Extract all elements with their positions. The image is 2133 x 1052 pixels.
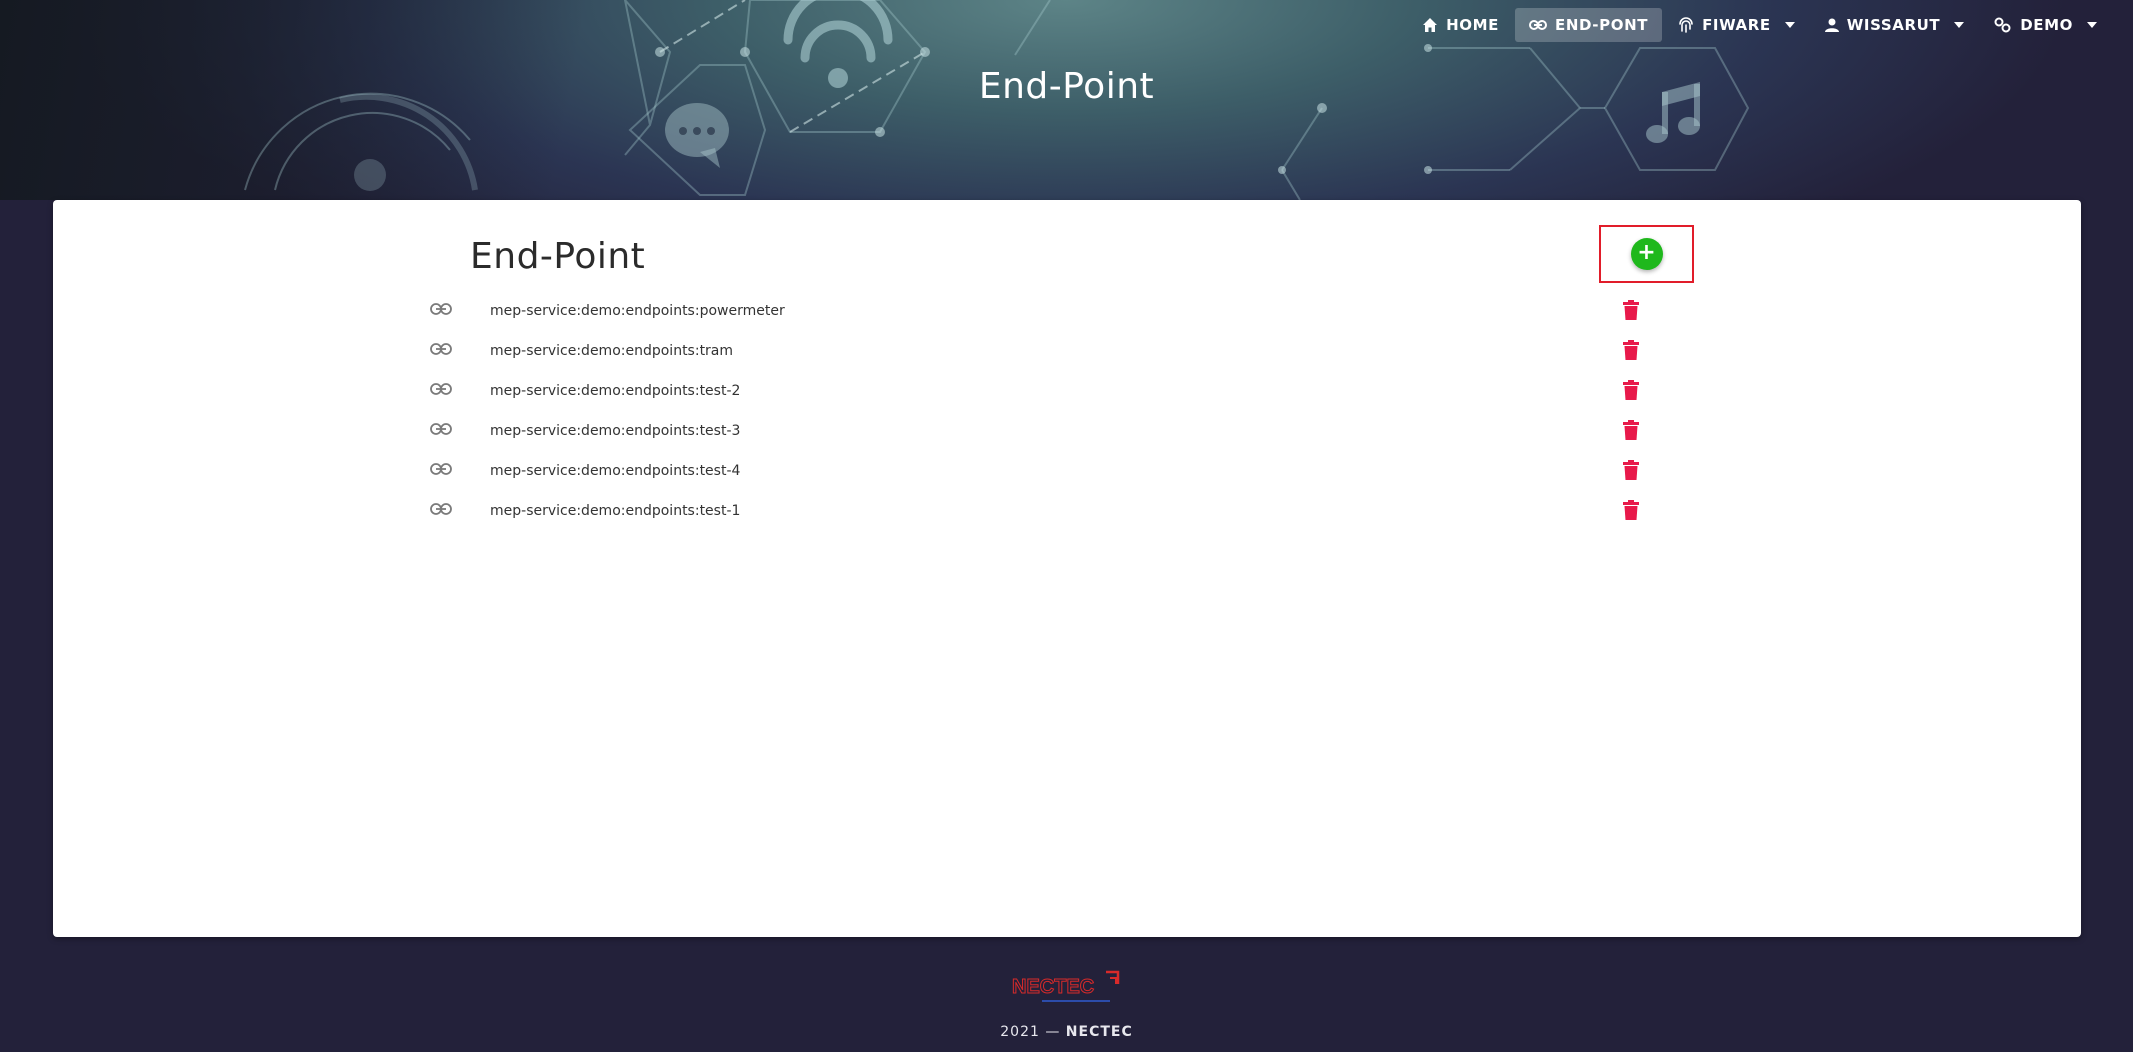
list-item[interactable]: mep-service:demo:endpoints:test-4 [430,452,1670,492]
trash-icon[interactable] [1623,380,1639,400]
link-icon [430,303,452,315]
list-item[interactable]: mep-service:demo:endpoints:powermeter [430,292,1670,332]
footer-copyright: 2021 — NECTEC [0,1024,2133,1040]
nav-fiware[interactable]: FIWARE [1664,8,1809,42]
endpoint-label[interactable]: mep-service:demo:endpoints:test-1 [490,503,740,519]
fingerprint-icon [1679,17,1693,33]
footer-year: 2021 [1000,1024,1040,1040]
home-icon [1423,18,1438,32]
nav-endpoint[interactable]: END-PONT [1514,8,1663,42]
nav-demo-label: DEMO [2020,16,2073,34]
svg-text:NECTEC: NECTEC [1012,976,1094,998]
add-endpoint-button[interactable]: + [1630,238,1663,270]
page-title: End-Point [978,66,1155,107]
trash-icon[interactable] [1623,300,1639,320]
chevron-down-icon [1954,22,1965,28]
list-item[interactable]: mep-service:demo:endpoints:tram [430,332,1670,372]
nectec-logo: NECTEC [1012,970,1120,1002]
trash-icon[interactable] [1623,420,1639,440]
chevron-down-icon [2087,22,2097,28]
nav-home[interactable]: HOME [1408,8,1513,42]
card-title: End-Point [470,236,646,277]
nav-endpoint-label: END-PONT [1554,16,1649,34]
link-icon [1528,20,1547,30]
trash-icon[interactable] [1623,460,1639,480]
trash-icon[interactable] [1623,500,1639,520]
endpoint-label[interactable]: mep-service:demo:endpoints:test-3 [490,423,740,439]
trash-icon[interactable] [1623,340,1639,360]
nav-user[interactable]: WISSARUT [1811,8,1978,42]
footer-dash: — [1045,1024,1061,1040]
endpoint-label[interactable]: mep-service:demo:endpoints:test-4 [490,463,740,479]
link-icon [430,383,452,395]
link-icon [430,423,452,435]
header-banner: End-Point HOME END-PONT FIWARE WISSARUT … [0,0,2133,200]
list-item[interactable]: mep-service:demo:endpoints:test-3 [430,412,1670,452]
link-icon [430,463,452,475]
add-button-highlight: + [1599,225,1694,283]
gears-icon [1994,17,2011,33]
list-item[interactable]: mep-service:demo:endpoints:test-1 [430,492,1670,532]
person-icon [1824,18,1839,32]
nav-user-label: WISSARUT [1846,16,1941,34]
page: End-Point HOME END-PONT FIWARE WISSARUT … [0,0,2133,1052]
nav-demo[interactable]: DEMO [1980,8,2111,42]
footer-org: NECTEC [1065,1024,1133,1040]
endpoint-label[interactable]: mep-service:demo:endpoints:tram [490,343,733,359]
endpoint-label[interactable]: mep-service:demo:endpoints:powermeter [490,303,785,319]
link-icon [430,343,452,355]
link-icon [430,503,452,515]
list-item[interactable]: mep-service:demo:endpoints:test-2 [430,372,1670,412]
chevron-down-icon [1784,22,1795,28]
top-nav: HOME END-PONT FIWARE WISSARUT DEMO [1408,8,2111,42]
nav-home-label: HOME [1446,16,1499,34]
nav-fiware-label: FIWARE [1702,16,1771,34]
endpoint-label[interactable]: mep-service:demo:endpoints:test-2 [490,383,740,399]
